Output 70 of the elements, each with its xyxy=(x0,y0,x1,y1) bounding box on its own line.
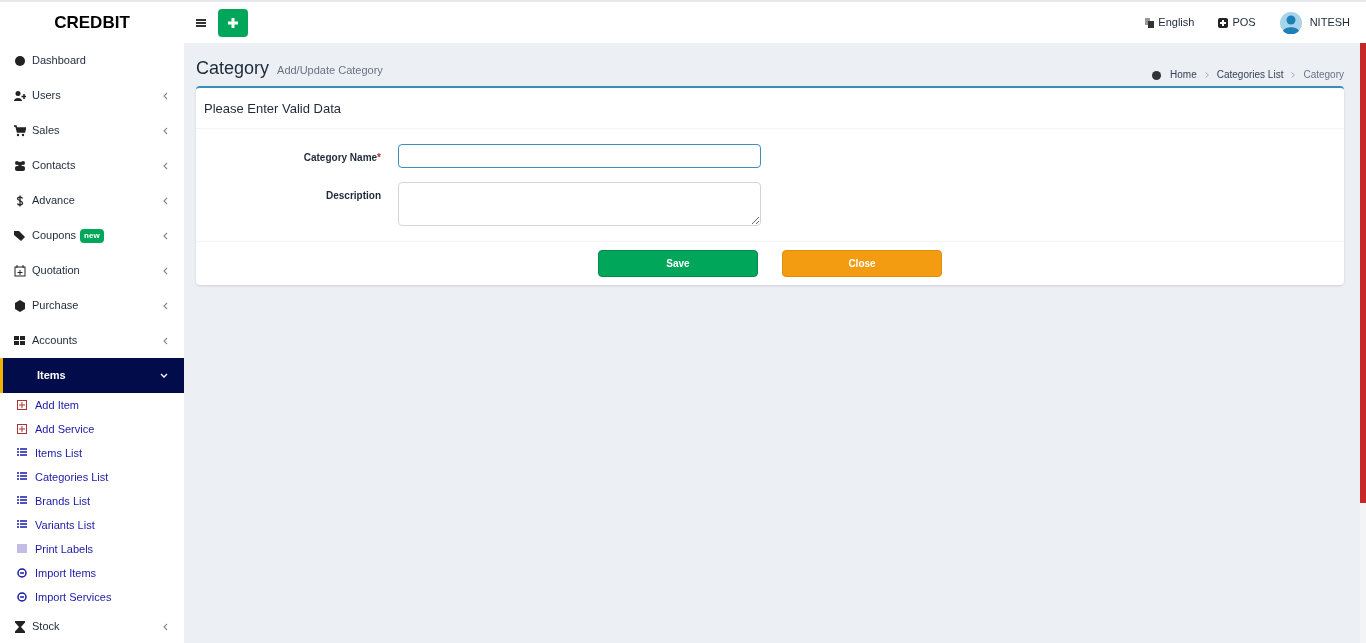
sidebar-item[interactable]: Purchase xyxy=(0,288,184,323)
chevron-left-icon xyxy=(163,622,168,631)
scrollbar-thumb[interactable] xyxy=(1360,43,1366,503)
plus-icon xyxy=(228,17,238,28)
chevron-left-icon xyxy=(163,301,168,310)
field-label: Category Name* xyxy=(302,151,381,165)
submenu-item[interactable]: Items List xyxy=(0,441,184,465)
sidebar-item[interactable]: Advance xyxy=(0,183,184,218)
page-title: Category xyxy=(196,57,270,80)
dollar-icon xyxy=(14,194,26,207)
language-link[interactable]: English xyxy=(1145,14,1195,31)
sidebar-item[interactable]: Dashboard xyxy=(0,43,184,78)
list-icon xyxy=(17,472,27,482)
chevron-right-icon xyxy=(1204,71,1209,78)
brand-logo[interactable]: CREDBIT xyxy=(54,9,130,36)
translate-icon xyxy=(1145,17,1155,28)
calendar-icon xyxy=(14,264,26,277)
submenu-item[interactable]: Variants List xyxy=(0,513,184,537)
chevron-left-icon xyxy=(163,231,168,240)
category-name-field[interactable] xyxy=(398,144,761,168)
sidebar-item[interactable]: Stock xyxy=(0,609,184,643)
hourglass-icon xyxy=(14,620,26,633)
plus-square-icon xyxy=(1218,17,1229,28)
sidebar-item[interactable]: Contacts xyxy=(0,148,184,183)
user-menu[interactable]: NITESH xyxy=(1279,11,1350,34)
sidebar-item[interactable]: Accounts xyxy=(0,323,184,358)
sidebar-item[interactable]: Coupons new xyxy=(0,218,184,253)
chevron-left-icon xyxy=(163,161,168,170)
list-icon xyxy=(17,496,27,506)
sidebar-item[interactable]: Items xyxy=(0,358,184,393)
tags-icon xyxy=(14,229,26,242)
form-heading: Please Enter Valid Data xyxy=(204,101,342,116)
description-field[interactable] xyxy=(398,182,761,226)
list-icon xyxy=(17,520,27,530)
submenu-item[interactable]: Categories List xyxy=(0,465,184,489)
breadcrumb-link[interactable]: Categories List xyxy=(1216,67,1284,82)
plus-square-icon xyxy=(17,424,27,434)
chevron-left-icon xyxy=(163,336,168,345)
submenu-item[interactable]: Print Labels xyxy=(0,537,184,561)
submenu-item[interactable]: Import Services xyxy=(0,585,184,609)
submenu-item[interactable]: Add Item xyxy=(0,393,184,417)
cube-icon xyxy=(14,299,26,312)
chevron-left-icon xyxy=(163,126,168,135)
chevron-left-icon xyxy=(163,91,168,100)
chevron-down-icon xyxy=(160,373,168,378)
menu-icon[interactable] xyxy=(196,17,206,28)
page-subtitle: Add/Update Category xyxy=(277,63,383,78)
add-button[interactable] xyxy=(218,8,248,37)
new-badge: new xyxy=(80,228,104,243)
field-label: Description xyxy=(325,189,381,203)
plus-square-icon xyxy=(17,400,27,410)
chevron-right-icon xyxy=(1291,71,1296,78)
current-page-label[interactable]: Category xyxy=(1303,67,1344,82)
chevron-left-icon xyxy=(163,196,168,205)
submenu-item[interactable]: Add Service xyxy=(0,417,184,441)
breadcrumb-link[interactable]: Home xyxy=(1170,67,1197,82)
group-icon xyxy=(14,159,26,172)
list-icon xyxy=(17,448,27,458)
submenu-item[interactable]: Brands List xyxy=(0,489,184,513)
sidebar-item[interactable]: Sales xyxy=(0,113,184,148)
chevron-left-icon xyxy=(163,266,168,275)
avatar-icon xyxy=(1279,11,1302,34)
required-mark: * xyxy=(377,152,381,163)
user-add-icon xyxy=(14,89,26,102)
sidebar-item[interactable]: Quotation xyxy=(0,253,184,288)
grid-icon xyxy=(14,334,26,347)
cart-icon xyxy=(14,124,26,137)
pos-link[interactable]: POS xyxy=(1218,14,1256,31)
submenu-item[interactable]: Import Items xyxy=(0,561,184,585)
sidebar-item[interactable]: Users xyxy=(0,78,184,113)
